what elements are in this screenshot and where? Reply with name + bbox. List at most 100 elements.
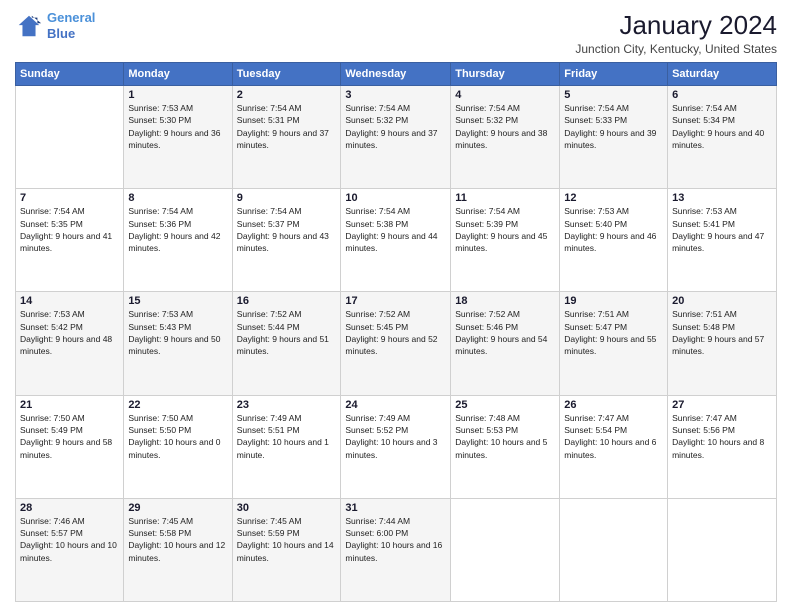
cell-2-0: 14Sunrise: 7:53 AMSunset: 5:42 PMDayligh…: [16, 292, 124, 395]
header: General Blue January 2024 Junction City,…: [15, 10, 777, 56]
cell-2-4: 18Sunrise: 7:52 AMSunset: 5:46 PMDayligh…: [451, 292, 560, 395]
cell-3-6: 27Sunrise: 7:47 AMSunset: 5:56 PMDayligh…: [668, 395, 777, 498]
cell-0-6: 6Sunrise: 7:54 AMSunset: 5:34 PMDaylight…: [668, 86, 777, 189]
cell-1-2: 9Sunrise: 7:54 AMSunset: 5:37 PMDaylight…: [232, 189, 341, 292]
day-number-13: 13: [672, 192, 772, 204]
day-info-1: Sunrise: 7:53 AMSunset: 5:30 PMDaylight:…: [128, 102, 227, 151]
cell-2-1: 15Sunrise: 7:53 AMSunset: 5:43 PMDayligh…: [124, 292, 232, 395]
day-info-26: Sunrise: 7:47 AMSunset: 5:54 PMDaylight:…: [564, 412, 663, 461]
cell-2-6: 20Sunrise: 7:51 AMSunset: 5:48 PMDayligh…: [668, 292, 777, 395]
cell-4-6: [668, 498, 777, 601]
day-info-20: Sunrise: 7:51 AMSunset: 5:48 PMDaylight:…: [672, 308, 772, 357]
logo-line2: Blue: [47, 26, 75, 41]
calendar-table: Sunday Monday Tuesday Wednesday Thursday…: [15, 62, 777, 602]
cell-0-4: 4Sunrise: 7:54 AMSunset: 5:32 PMDaylight…: [451, 86, 560, 189]
header-thursday: Thursday: [451, 63, 560, 86]
header-tuesday: Tuesday: [232, 63, 341, 86]
day-number-5: 5: [564, 89, 663, 101]
week-row-4: 28Sunrise: 7:46 AMSunset: 5:57 PMDayligh…: [16, 498, 777, 601]
cell-3-1: 22Sunrise: 7:50 AMSunset: 5:50 PMDayligh…: [124, 395, 232, 498]
day-number-21: 21: [20, 399, 119, 411]
day-info-13: Sunrise: 7:53 AMSunset: 5:41 PMDaylight:…: [672, 205, 772, 254]
cell-4-5: [560, 498, 668, 601]
logo-text: General Blue: [47, 10, 95, 41]
cell-1-0: 7Sunrise: 7:54 AMSunset: 5:35 PMDaylight…: [16, 189, 124, 292]
day-info-14: Sunrise: 7:53 AMSunset: 5:42 PMDaylight:…: [20, 308, 119, 357]
day-number-26: 26: [564, 399, 663, 411]
cell-0-1: 1Sunrise: 7:53 AMSunset: 5:30 PMDaylight…: [124, 86, 232, 189]
day-number-28: 28: [20, 502, 119, 514]
title-area: January 2024 Junction City, Kentucky, Un…: [575, 10, 777, 56]
day-info-27: Sunrise: 7:47 AMSunset: 5:56 PMDaylight:…: [672, 412, 772, 461]
day-info-4: Sunrise: 7:54 AMSunset: 5:32 PMDaylight:…: [455, 102, 555, 151]
day-number-25: 25: [455, 399, 555, 411]
day-number-4: 4: [455, 89, 555, 101]
day-info-11: Sunrise: 7:54 AMSunset: 5:39 PMDaylight:…: [455, 205, 555, 254]
day-number-2: 2: [237, 89, 337, 101]
logo: General Blue: [15, 10, 95, 41]
cell-0-5: 5Sunrise: 7:54 AMSunset: 5:33 PMDaylight…: [560, 86, 668, 189]
header-monday: Monday: [124, 63, 232, 86]
cell-1-1: 8Sunrise: 7:54 AMSunset: 5:36 PMDaylight…: [124, 189, 232, 292]
cell-1-6: 13Sunrise: 7:53 AMSunset: 5:41 PMDayligh…: [668, 189, 777, 292]
header-saturday: Saturday: [668, 63, 777, 86]
logo-line1: General: [47, 10, 95, 25]
day-number-16: 16: [237, 295, 337, 307]
day-info-29: Sunrise: 7:45 AMSunset: 5:58 PMDaylight:…: [128, 515, 227, 564]
day-info-23: Sunrise: 7:49 AMSunset: 5:51 PMDaylight:…: [237, 412, 337, 461]
cell-3-0: 21Sunrise: 7:50 AMSunset: 5:49 PMDayligh…: [16, 395, 124, 498]
day-info-5: Sunrise: 7:54 AMSunset: 5:33 PMDaylight:…: [564, 102, 663, 151]
header-friday: Friday: [560, 63, 668, 86]
day-number-17: 17: [345, 295, 446, 307]
day-number-24: 24: [345, 399, 446, 411]
cell-0-3: 3Sunrise: 7:54 AMSunset: 5:32 PMDaylight…: [341, 86, 451, 189]
day-number-9: 9: [237, 192, 337, 204]
day-number-22: 22: [128, 399, 227, 411]
calendar-header: Sunday Monday Tuesday Wednesday Thursday…: [16, 63, 777, 86]
day-number-27: 27: [672, 399, 772, 411]
day-number-6: 6: [672, 89, 772, 101]
cell-4-4: [451, 498, 560, 601]
logo-icon: [15, 12, 43, 40]
cell-0-2: 2Sunrise: 7:54 AMSunset: 5:31 PMDaylight…: [232, 86, 341, 189]
cell-4-1: 29Sunrise: 7:45 AMSunset: 5:58 PMDayligh…: [124, 498, 232, 601]
day-number-10: 10: [345, 192, 446, 204]
day-info-22: Sunrise: 7:50 AMSunset: 5:50 PMDaylight:…: [128, 412, 227, 461]
cell-3-3: 24Sunrise: 7:49 AMSunset: 5:52 PMDayligh…: [341, 395, 451, 498]
day-number-1: 1: [128, 89, 227, 101]
day-info-31: Sunrise: 7:44 AMSunset: 6:00 PMDaylight:…: [345, 515, 446, 564]
page: General Blue January 2024 Junction City,…: [0, 0, 792, 612]
day-number-30: 30: [237, 502, 337, 514]
day-info-25: Sunrise: 7:48 AMSunset: 5:53 PMDaylight:…: [455, 412, 555, 461]
month-title: January 2024: [575, 10, 777, 41]
day-number-29: 29: [128, 502, 227, 514]
day-number-12: 12: [564, 192, 663, 204]
cell-4-2: 30Sunrise: 7:45 AMSunset: 5:59 PMDayligh…: [232, 498, 341, 601]
cell-3-2: 23Sunrise: 7:49 AMSunset: 5:51 PMDayligh…: [232, 395, 341, 498]
header-wednesday: Wednesday: [341, 63, 451, 86]
cell-1-4: 11Sunrise: 7:54 AMSunset: 5:39 PMDayligh…: [451, 189, 560, 292]
day-info-12: Sunrise: 7:53 AMSunset: 5:40 PMDaylight:…: [564, 205, 663, 254]
day-info-21: Sunrise: 7:50 AMSunset: 5:49 PMDaylight:…: [20, 412, 119, 461]
week-row-1: 7Sunrise: 7:54 AMSunset: 5:35 PMDaylight…: [16, 189, 777, 292]
day-info-7: Sunrise: 7:54 AMSunset: 5:35 PMDaylight:…: [20, 205, 119, 254]
day-info-24: Sunrise: 7:49 AMSunset: 5:52 PMDaylight:…: [345, 412, 446, 461]
day-info-30: Sunrise: 7:45 AMSunset: 5:59 PMDaylight:…: [237, 515, 337, 564]
cell-1-5: 12Sunrise: 7:53 AMSunset: 5:40 PMDayligh…: [560, 189, 668, 292]
day-info-28: Sunrise: 7:46 AMSunset: 5:57 PMDaylight:…: [20, 515, 119, 564]
day-info-2: Sunrise: 7:54 AMSunset: 5:31 PMDaylight:…: [237, 102, 337, 151]
day-number-15: 15: [128, 295, 227, 307]
cell-1-3: 10Sunrise: 7:54 AMSunset: 5:38 PMDayligh…: [341, 189, 451, 292]
day-info-6: Sunrise: 7:54 AMSunset: 5:34 PMDaylight:…: [672, 102, 772, 151]
week-row-2: 14Sunrise: 7:53 AMSunset: 5:42 PMDayligh…: [16, 292, 777, 395]
cell-4-0: 28Sunrise: 7:46 AMSunset: 5:57 PMDayligh…: [16, 498, 124, 601]
day-info-8: Sunrise: 7:54 AMSunset: 5:36 PMDaylight:…: [128, 205, 227, 254]
cell-3-5: 26Sunrise: 7:47 AMSunset: 5:54 PMDayligh…: [560, 395, 668, 498]
day-info-16: Sunrise: 7:52 AMSunset: 5:44 PMDaylight:…: [237, 308, 337, 357]
day-number-8: 8: [128, 192, 227, 204]
day-info-15: Sunrise: 7:53 AMSunset: 5:43 PMDaylight:…: [128, 308, 227, 357]
location: Junction City, Kentucky, United States: [575, 42, 777, 56]
day-number-20: 20: [672, 295, 772, 307]
day-number-19: 19: [564, 295, 663, 307]
cell-2-2: 16Sunrise: 7:52 AMSunset: 5:44 PMDayligh…: [232, 292, 341, 395]
